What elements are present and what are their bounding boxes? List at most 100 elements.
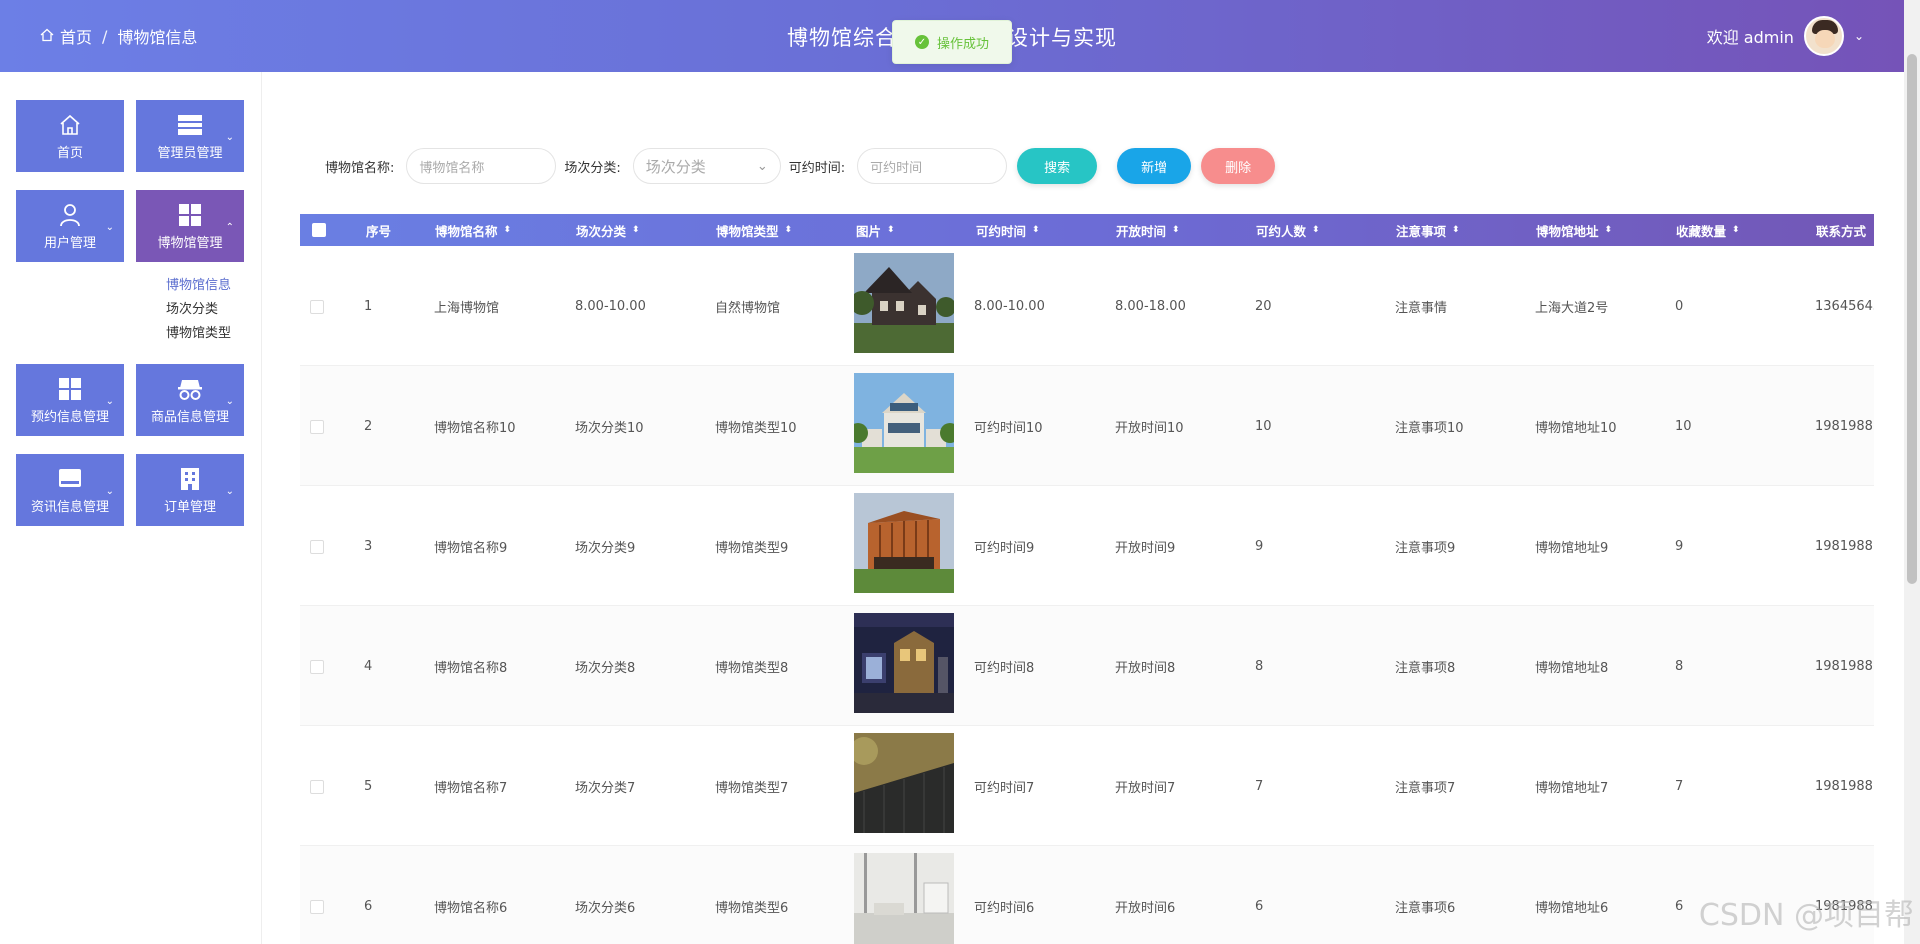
session-select[interactable]: 场次分类 ⌄ (632, 148, 781, 184)
table-row[interactable]: 4 博物馆名称8 场次分类8 博物馆类型8 可约时间8 开放时间8 8 注意事项… (300, 606, 1874, 726)
sidebar-item-news[interactable]: 资讯信息管理 ⌄ (16, 454, 124, 526)
user-menu[interactable]: 欢迎 admin ⌄ (1707, 16, 1864, 56)
cell-address: 博物馆地址8 (1535, 660, 1609, 676)
cell-type: 博物馆类型9 (715, 540, 789, 556)
row-checkbox[interactable] (310, 660, 324, 674)
row-checkbox[interactable] (310, 900, 324, 914)
chevron-down-icon: ⌄ (225, 132, 234, 143)
col-image[interactable]: 图片 ⬍ (856, 214, 895, 246)
chevron-down-icon: ⌄ (225, 486, 234, 497)
table-row[interactable]: 1 上海博物馆 8.00-10.00 自然博物馆 8.00-10.00 8.00… (300, 246, 1874, 366)
scrollbar-thumb[interactable] (1907, 54, 1917, 584)
col-capacity[interactable]: 可约人数 ⬍ (1256, 214, 1320, 246)
sort-icon: ⬍ (503, 224, 512, 235)
success-toast: ✓ 操作成功 (892, 20, 1012, 64)
table-row[interactable]: 6 博物馆名称6 场次分类6 博物馆类型6 可约时间6 开放时间6 6 注意事项… (300, 846, 1874, 944)
sidebar-item-museum[interactable]: 博物馆管理 ⌃ (136, 190, 244, 262)
sidebar-item-admin[interactable]: 管理员管理 ⌄ (136, 100, 244, 172)
submenu-museum-type[interactable]: 博物馆类型 (166, 322, 231, 346)
sidebar-item-label: 用户管理 (43, 235, 96, 251)
cell-favorites: 7 (1675, 778, 1684, 794)
cell-open-time: 开放时间6 (1115, 900, 1176, 916)
cell-capacity: 10 (1255, 418, 1272, 434)
sidebar-item-home[interactable]: 首页 (16, 100, 124, 172)
row-checkbox[interactable] (310, 300, 324, 314)
col-open-time[interactable]: 开放时间 ⬍ (1116, 214, 1180, 246)
cell-index: 4 (364, 658, 373, 674)
submenu-session-category[interactable]: 场次分类 (166, 298, 231, 322)
table-row[interactable]: 2 博物馆名称10 场次分类10 博物馆类型10 可约时间10 开放时间10 1… (300, 366, 1874, 486)
cell-favorites: 6 (1675, 898, 1684, 914)
search-bar: 博物馆名称: 博物馆名称 场次分类: 场次分类 ⌄ 可约时间: 可约时间 搜索 … (325, 148, 1276, 184)
museum-image (854, 853, 954, 944)
sidebar-item-products[interactable]: 商品信息管理 ⌄ (136, 364, 244, 436)
col-session[interactable]: 场次分类 ⬍ (576, 214, 640, 246)
chevron-down-icon[interactable]: ⌄ (1854, 29, 1864, 43)
sidebar-item-users[interactable]: 用户管理 ⌄ (16, 190, 124, 262)
cell-capacity: 7 (1255, 778, 1264, 794)
sidebar-item-label: 资讯信息管理 (30, 499, 109, 515)
page-scrollbar[interactable] (1904, 0, 1920, 944)
cell-reserve-time: 可约时间8 (974, 660, 1035, 676)
grid-icon (177, 202, 203, 228)
col-notes[interactable]: 注意事项 ⬍ (1396, 214, 1460, 246)
chevron-down-icon: ⌄ (105, 486, 114, 497)
sort-icon: ⬍ (1312, 224, 1320, 235)
sidebar-item-label: 订单管理 (163, 499, 216, 515)
sidebar-item-reservations[interactable]: 预约信息管理 ⌄ (16, 364, 124, 436)
select-all-checkbox[interactable] (312, 223, 326, 237)
time-input[interactable]: 可约时间 (857, 148, 1008, 184)
row-checkbox[interactable] (310, 420, 324, 434)
museum-image (854, 613, 954, 713)
sidebar-item-label: 博物馆管理 (157, 235, 223, 251)
cell-contact: 19819881 (1815, 658, 1874, 674)
list-icon (177, 112, 203, 138)
row-checkbox[interactable] (310, 780, 324, 794)
cell-open-time: 8.00-18.00 (1115, 298, 1186, 314)
cell-reserve-time: 可约时间9 (974, 540, 1035, 556)
cell-index: 2 (364, 418, 373, 434)
col-favorites[interactable]: 收藏数量 ⬍ (1676, 214, 1740, 246)
cell-contact: 19819881 (1815, 778, 1874, 794)
row-checkbox[interactable] (310, 540, 324, 554)
cell-type: 博物馆类型10 (715, 420, 797, 436)
session-label: 场次分类: (564, 160, 621, 176)
table-row[interactable]: 3 博物馆名称9 场次分类9 博物馆类型9 可约时间9 开放时间9 9 注意事项… (300, 486, 1874, 606)
cell-index: 3 (364, 538, 373, 554)
search-button[interactable]: 搜索 (1017, 148, 1098, 184)
sidebar-item-label: 预约信息管理 (30, 409, 109, 425)
col-reserve-time[interactable]: 可约时间 ⬍ (976, 214, 1040, 246)
sidebar-item-label: 首页 (56, 145, 83, 161)
col-type[interactable]: 博物馆类型 ⬍ (716, 214, 792, 246)
avatar[interactable] (1803, 16, 1844, 56)
table-row[interactable]: 5 博物馆名称7 场次分类7 博物馆类型7 可约时间7 开放时间7 7 注意事项… (300, 726, 1874, 846)
col-index: 序号 (366, 223, 392, 239)
col-address[interactable]: 博物馆地址 ⬍ (1536, 214, 1612, 246)
cell-open-time: 开放时间8 (1115, 660, 1176, 676)
col-contact: 联系方式 (1816, 223, 1867, 239)
sort-icon: ⬍ (632, 224, 640, 235)
cell-favorites: 9 (1675, 538, 1684, 554)
sidebar-item-label: 管理员管理 (157, 145, 223, 161)
sidebar-item-orders[interactable]: 订单管理 ⌄ (136, 454, 244, 526)
cell-contact: 19819881 (1815, 418, 1874, 434)
cell-address: 博物馆地址10 (1535, 420, 1617, 436)
cell-address: 博物馆地址6 (1535, 900, 1609, 916)
sort-icon: ⬍ (1604, 224, 1613, 235)
cell-open-time: 开放时间7 (1115, 780, 1176, 796)
sort-icon: ⬍ (887, 224, 895, 235)
home-icon (57, 112, 83, 138)
chevron-down-icon: ⌄ (756, 158, 768, 174)
user-icon (57, 202, 83, 228)
museum-name-input[interactable]: 博物馆名称 (406, 148, 557, 184)
cell-address: 博物馆地址9 (1535, 540, 1609, 556)
add-button[interactable]: 新增 (1117, 148, 1192, 184)
cell-index: 1 (364, 298, 373, 314)
submenu-museum-info[interactable]: 博物馆信息 (166, 274, 231, 298)
grid-icon (57, 376, 83, 402)
museum-image (854, 373, 954, 473)
chevron-up-icon: ⌃ (225, 222, 234, 233)
cell-favorites: 0 (1675, 298, 1684, 314)
col-name[interactable]: 博物馆名称 ⬍ (435, 214, 511, 246)
delete-button[interactable]: 删除 (1201, 148, 1276, 184)
